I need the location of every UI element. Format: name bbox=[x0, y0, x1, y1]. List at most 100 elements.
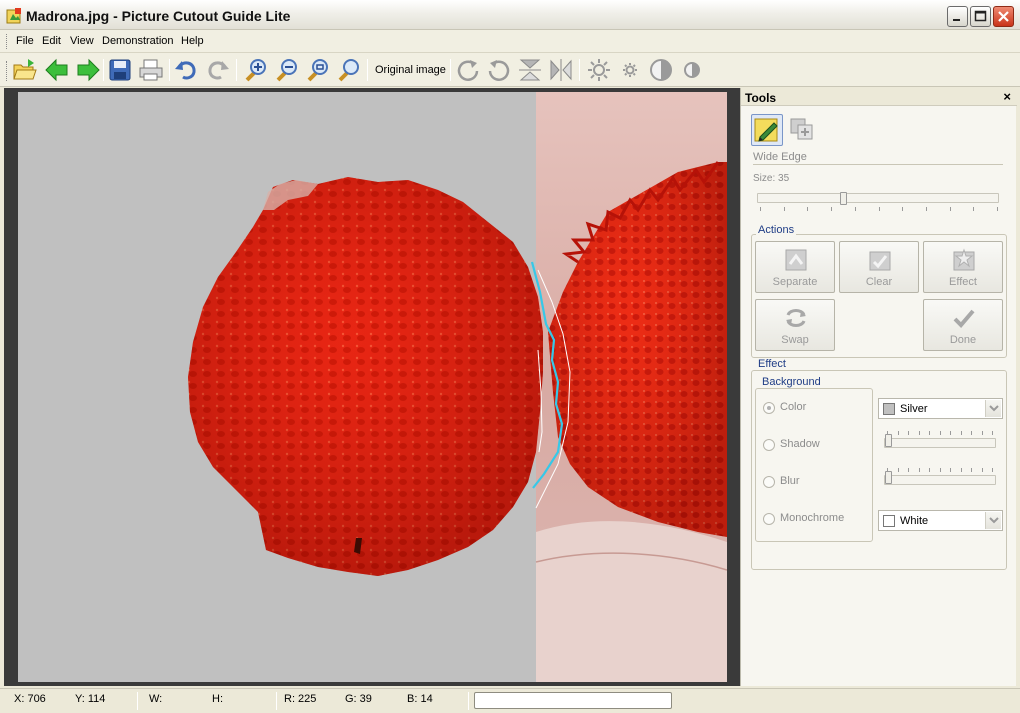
color-select-arrow[interactable] bbox=[985, 400, 1001, 417]
shadow-slider[interactable] bbox=[884, 438, 996, 448]
size-slider-ticks bbox=[760, 207, 998, 211]
contrast-down-button[interactable] bbox=[679, 57, 705, 83]
save-icon bbox=[109, 59, 131, 81]
progress-bar bbox=[474, 692, 672, 709]
effect-label: Effect bbox=[949, 276, 977, 288]
actions-title: Actions bbox=[756, 224, 797, 236]
radio-monochrome-label: Monochrome bbox=[780, 512, 845, 524]
slider-tick bbox=[929, 468, 930, 472]
back-button[interactable] bbox=[44, 57, 70, 83]
menu-view[interactable]: View bbox=[70, 35, 94, 47]
mode-heading: Wide Edge bbox=[753, 151, 1003, 165]
menu-grip[interactable] bbox=[6, 34, 8, 49]
menu-file[interactable]: File bbox=[16, 35, 34, 47]
effect-button[interactable]: Effect bbox=[923, 241, 1003, 293]
zoom-actual-button[interactable] bbox=[336, 57, 362, 83]
toolbar-grip[interactable] bbox=[6, 61, 8, 81]
flip-vertical-button[interactable] bbox=[517, 57, 543, 83]
status-w: W: bbox=[149, 693, 163, 705]
swap-button[interactable]: Swap bbox=[755, 299, 835, 351]
monochrome-swatch bbox=[883, 515, 895, 527]
clear-icon bbox=[869, 251, 891, 271]
print-button[interactable] bbox=[138, 57, 164, 83]
window-title: Madrona.jpg - Picture Cutout Guide Lite bbox=[26, 8, 291, 24]
undo-button[interactable] bbox=[173, 57, 199, 83]
color-select[interactable]: Silver bbox=[878, 398, 1003, 419]
slider-tick bbox=[982, 431, 983, 435]
narrow-edge-tool-button[interactable] bbox=[787, 114, 819, 146]
wide-edge-tool-button[interactable] bbox=[751, 114, 783, 146]
berry-image[interactable] bbox=[18, 92, 727, 682]
slider-tick bbox=[919, 468, 920, 472]
slider-tick bbox=[887, 431, 888, 435]
size-slider[interactable] bbox=[757, 193, 999, 203]
forward-button[interactable] bbox=[75, 57, 101, 83]
menu-edit[interactable]: Edit bbox=[42, 35, 61, 47]
monochrome-select-arrow[interactable] bbox=[985, 512, 1001, 529]
slider-tick bbox=[929, 431, 930, 435]
save-button[interactable] bbox=[107, 57, 133, 83]
radio-monochrome-button[interactable] bbox=[763, 513, 775, 525]
menu-demonstration[interactable]: Demonstration bbox=[102, 35, 174, 47]
slider-tick bbox=[940, 431, 941, 435]
zoom-out-button[interactable] bbox=[274, 57, 300, 83]
blur-slider-ticks bbox=[887, 468, 993, 472]
rotate-ccw-icon bbox=[488, 60, 510, 81]
rotate-ccw-button[interactable] bbox=[486, 57, 512, 83]
zoom-fit-button[interactable] bbox=[305, 57, 331, 83]
toolbar: Original image bbox=[0, 53, 1020, 87]
maximize-button[interactable] bbox=[970, 6, 991, 27]
brightness-up-button[interactable] bbox=[586, 57, 612, 83]
checkmark-icon bbox=[953, 309, 975, 328]
print-icon bbox=[139, 59, 163, 81]
menu-help[interactable]: Help bbox=[181, 35, 204, 47]
zoom-in-button[interactable] bbox=[243, 57, 269, 83]
tools-close-button[interactable]: × bbox=[1003, 89, 1011, 104]
rotate-cw-button[interactable] bbox=[455, 57, 481, 83]
swap-icon bbox=[786, 309, 806, 327]
contrast-up-button[interactable] bbox=[648, 57, 674, 83]
slider-tick bbox=[784, 207, 785, 211]
slider-tick bbox=[950, 431, 951, 435]
rotate-cw-icon bbox=[457, 60, 479, 81]
close-button[interactable] bbox=[993, 6, 1014, 27]
zoom-out-icon bbox=[276, 59, 297, 82]
shadow-slider-thumb[interactable] bbox=[885, 434, 892, 447]
slider-tick bbox=[961, 468, 962, 472]
clear-button[interactable]: Clear bbox=[839, 241, 919, 293]
image-canvas[interactable] bbox=[18, 92, 727, 682]
open-folder-icon bbox=[13, 59, 37, 80]
blur-slider[interactable] bbox=[884, 475, 996, 485]
radio-shadow-button[interactable] bbox=[763, 439, 775, 451]
slider-tick bbox=[855, 207, 856, 211]
open-button[interactable] bbox=[12, 57, 38, 83]
slider-tick bbox=[919, 431, 920, 435]
menu-bar: File Edit View Demonstration Help bbox=[0, 30, 1020, 53]
redo-button[interactable] bbox=[205, 57, 231, 83]
done-button[interactable]: Done bbox=[923, 299, 1003, 351]
original-image-button[interactable]: Original image bbox=[375, 64, 446, 76]
minimize-button[interactable] bbox=[947, 6, 968, 27]
color-swatch bbox=[883, 403, 895, 415]
size-slider-thumb[interactable] bbox=[840, 192, 847, 205]
separate-button[interactable]: Separate bbox=[755, 241, 835, 293]
slider-tick bbox=[973, 207, 974, 211]
radio-color-button[interactable] bbox=[763, 402, 775, 414]
size-label: Size: 35 bbox=[753, 173, 790, 184]
monochrome-select-value: White bbox=[900, 515, 929, 527]
monochrome-select[interactable]: White bbox=[878, 510, 1003, 531]
radio-shadow-label: Shadow bbox=[780, 438, 820, 450]
status-g: G: 39 bbox=[345, 693, 372, 705]
undo-icon bbox=[175, 61, 196, 80]
done-label: Done bbox=[949, 334, 977, 346]
shadow-slider-ticks bbox=[887, 431, 993, 435]
flip-horizontal-button[interactable] bbox=[548, 57, 574, 83]
canvas-workspace[interactable] bbox=[4, 88, 740, 686]
color-select-value: Silver bbox=[900, 403, 928, 415]
forward-arrow-icon bbox=[77, 58, 100, 82]
close-icon bbox=[998, 11, 1009, 22]
blur-slider-thumb[interactable] bbox=[885, 471, 892, 484]
brightness-down-button[interactable] bbox=[617, 57, 643, 83]
radio-blur-button[interactable] bbox=[763, 476, 775, 488]
redo-icon bbox=[208, 61, 229, 80]
